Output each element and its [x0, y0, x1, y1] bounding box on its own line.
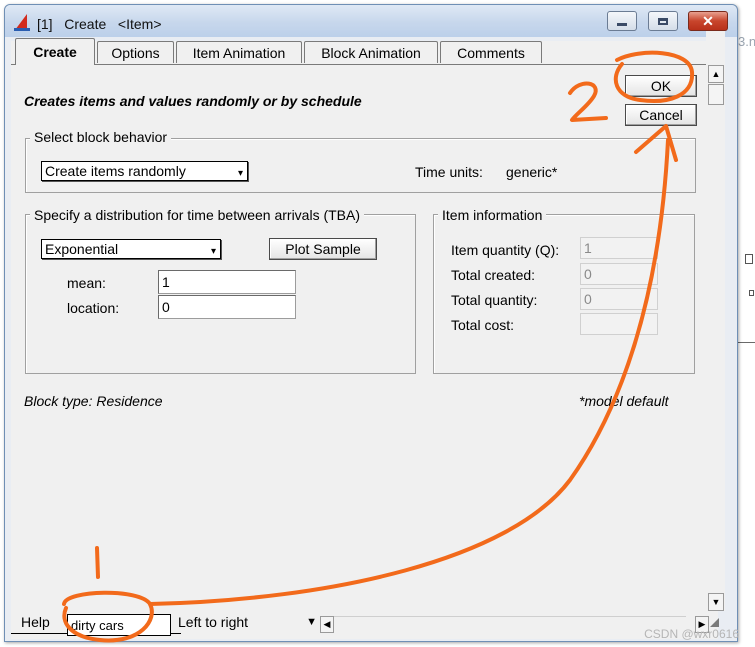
app-icon-base — [14, 28, 30, 31]
window-title: [1] Create <Item> — [37, 16, 162, 32]
distribution-group-title: Specify a distribution for time between … — [30, 207, 365, 223]
total-created-label: Total created: — [451, 267, 536, 283]
total-quantity-label: Total quantity: — [451, 292, 538, 308]
tab-label: Options — [111, 44, 160, 61]
minimize-icon — [617, 22, 627, 26]
location-label: location: — [67, 300, 120, 316]
block-label-field[interactable]: dirty cars — [67, 614, 171, 636]
chevron-down-icon: ▾ — [237, 168, 243, 179]
arrow-down-icon: ▼ — [711, 597, 721, 607]
tab-comments[interactable]: Comments — [440, 41, 542, 63]
block-type-label: Block type: Residence — [24, 393, 163, 409]
scroll-left-button[interactable]: ◀ — [320, 616, 334, 633]
vertical-scrollbar[interactable]: ▲ ▼ — [706, 31, 725, 611]
cancel-button[interactable]: Cancel — [625, 104, 697, 126]
maximize-button[interactable] — [648, 11, 678, 31]
distribution-select[interactable]: Exponential ▾ — [41, 239, 221, 259]
scroll-up-button[interactable]: ▲ — [708, 65, 724, 83]
location-field[interactable]: 0 — [158, 295, 296, 319]
background-icon — [745, 254, 753, 264]
help-label: Help — [21, 614, 50, 630]
scroll-down-button[interactable]: ▼ — [708, 593, 724, 611]
item-quantity-label: Item quantity (Q): — [451, 242, 560, 258]
create-item-dialog: [1] Create <Item> ✕ Create Options Item … — [4, 4, 738, 642]
block-behavior-select[interactable]: Create items randomly ▾ — [41, 161, 248, 181]
tab-label: Block Animation — [321, 44, 421, 61]
tab-label: Item Animation — [192, 44, 286, 61]
resize-grip[interactable] — [710, 618, 719, 627]
item-info-group-title: Item information — [438, 207, 547, 223]
total-created-value: 0 — [584, 266, 592, 282]
background-icon-small — [749, 290, 754, 296]
dialog-status-bar: Help dirty cars Left to right ▼ ◀ ▶ — [11, 612, 719, 638]
arrow-up-icon: ▲ — [711, 69, 721, 79]
scroll-thumb[interactable] — [708, 84, 724, 105]
tab-strip-baseline — [11, 64, 718, 65]
block-behavior-selected: Create items randomly — [45, 163, 186, 179]
plot-sample-button[interactable]: Plot Sample — [269, 238, 377, 260]
mean-label: mean: — [67, 275, 106, 291]
item-quantity-value: 1 — [584, 240, 592, 256]
tab-block-animation[interactable]: Block Animation — [304, 41, 438, 63]
title-bar[interactable]: [1] Create <Item> ✕ — [5, 5, 737, 37]
distribution-selected: Exponential — [45, 241, 119, 257]
total-cost-label: Total cost: — [451, 317, 515, 333]
total-quantity-field: 0 — [580, 288, 658, 310]
model-default-note: *model default — [579, 393, 669, 409]
block-description: Creates items and values randomly or by … — [24, 93, 362, 109]
tab-label: Comments — [457, 44, 525, 61]
total-quantity-value: 0 — [584, 291, 592, 307]
tab-item-animation[interactable]: Item Animation — [176, 41, 302, 63]
arrow-left-icon: ◀ — [323, 619, 331, 629]
item-quantity-field: 1 — [580, 237, 658, 259]
direction-select[interactable]: Left to right ▼ — [176, 614, 319, 634]
direction-selected: Left to right — [178, 614, 249, 630]
plot-sample-label: Plot Sample — [285, 241, 361, 257]
block-behavior-group-title: Select block behavior — [30, 129, 172, 145]
background-divider — [738, 342, 755, 343]
time-units-label: Time units: — [415, 164, 483, 180]
mean-value: 1 — [162, 274, 170, 290]
horizontal-scrollbar[interactable] — [334, 616, 686, 634]
block-label-value: dirty cars — [71, 617, 124, 633]
time-units-value: generic* — [506, 164, 558, 180]
location-value: 0 — [162, 299, 170, 315]
help-button[interactable]: Help — [21, 614, 50, 630]
ok-button-label: OK — [650, 78, 672, 94]
close-icon: ✕ — [702, 13, 714, 29]
chevron-down-icon: ▾ — [210, 246, 216, 257]
tab-label: Create — [33, 44, 77, 60]
tab-options[interactable]: Options — [97, 41, 174, 63]
total-cost-field — [580, 313, 658, 335]
maximize-icon — [658, 17, 668, 25]
cancel-button-label: Cancel — [639, 107, 683, 123]
close-button[interactable]: ✕ — [688, 11, 728, 31]
dropdown-arrow-icon: ▼ — [306, 616, 317, 628]
background-text-fragment: 3.n — [738, 34, 755, 49]
tab-create[interactable]: Create — [15, 38, 95, 65]
watermark: CSDN @wxr0616 — [644, 627, 739, 641]
mean-field[interactable]: 1 — [158, 270, 296, 294]
total-created-field: 0 — [580, 263, 658, 285]
minimize-button[interactable] — [607, 11, 637, 31]
ok-button[interactable]: OK — [625, 75, 697, 97]
dialog-client-area: Create Options Item Animation Block Anim… — [11, 38, 718, 639]
